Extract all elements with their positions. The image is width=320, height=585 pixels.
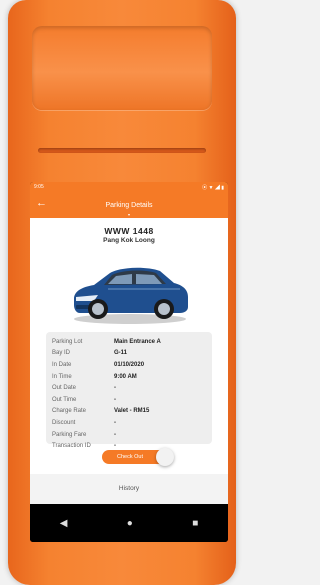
detail-row: Out Time - xyxy=(52,394,206,406)
check-out-button[interactable]: Check Out xyxy=(102,448,174,466)
detail-label: In Date xyxy=(52,361,72,368)
detail-value: - xyxy=(114,443,116,450)
paper-slot xyxy=(38,148,206,153)
check-out-label: Check Out xyxy=(117,454,143,460)
app-bar: ← Parking Details ▾ xyxy=(30,192,228,218)
chevron-down-icon: ▾ xyxy=(127,212,131,217)
detail-row: In Date 01/10/2020 xyxy=(52,359,206,371)
detail-label: Out Time xyxy=(52,396,77,403)
android-nav-bar: ◀ ● ■ xyxy=(30,504,228,542)
detail-label: Bay ID xyxy=(52,350,71,357)
history-button[interactable]: History xyxy=(30,474,228,504)
detail-label: In Time xyxy=(52,373,72,380)
status-bar: 9:05 ⦿ ▼ ◢ ▮ xyxy=(30,182,228,192)
printer-cover xyxy=(32,26,212,110)
detail-value: - xyxy=(114,396,116,403)
detail-value: G-11 xyxy=(114,350,128,357)
detail-value: Main Entrance A xyxy=(114,338,161,345)
pos-device: 9:05 ⦿ ▼ ◢ ▮ ← Parking Details ▾ WWW 144… xyxy=(8,0,236,585)
status-icons: ⦿ ▼ ◢ ▮ xyxy=(202,184,224,191)
detail-label: Charge Rate xyxy=(52,408,87,415)
details-content: WWW 1448 Pang Kok Loong Parking Lot Main … xyxy=(30,218,228,504)
detail-value: Valet - RM15 xyxy=(114,408,150,415)
detail-value: - xyxy=(114,419,116,426)
detail-row: Out Date - xyxy=(52,382,206,394)
details-card: Parking Lot Main Entrance A Bay ID G-11 In D… xyxy=(46,332,212,449)
detail-row: Parking Lot Main Entrance A xyxy=(52,336,206,348)
detail-value: 01/10/2020 xyxy=(114,361,145,368)
status-time: 9:05 xyxy=(34,184,44,190)
nav-recents-icon[interactable]: ■ xyxy=(192,518,198,529)
device-screen: 9:05 ⦿ ▼ ◢ ▮ ← Parking Details ▾ WWW 144… xyxy=(30,182,228,542)
nav-back-icon[interactable]: ◀ xyxy=(60,518,68,529)
vehicle-owner: Pang Kok Loong xyxy=(103,237,155,244)
detail-row: Discount - xyxy=(52,417,206,429)
detail-label: Discount xyxy=(52,419,76,426)
detail-label: Out Date xyxy=(52,385,77,392)
detail-row: Parking Fare - xyxy=(52,429,206,441)
detail-row: In Time 9:00 AM xyxy=(52,371,206,383)
detail-value: 9:00 AM xyxy=(114,373,137,380)
nav-home-icon[interactable]: ● xyxy=(127,518,133,529)
page-title: Parking Details xyxy=(105,201,153,209)
detail-label: Transaction ID xyxy=(52,443,91,450)
arrow-left-icon[interactable]: ← xyxy=(36,197,47,209)
slider-knob[interactable] xyxy=(156,448,174,466)
car-image xyxy=(74,267,188,324)
vehicle-plate: WWW 1448 xyxy=(104,226,154,236)
detail-label: Parking Lot xyxy=(52,338,83,345)
detail-row: Bay ID G-11 xyxy=(52,348,206,360)
detail-label: Parking Fare xyxy=(52,431,87,438)
detail-row: Charge Rate Valet - RM15 xyxy=(52,406,206,418)
detail-value: - xyxy=(114,385,116,392)
detail-value: - xyxy=(114,431,116,438)
